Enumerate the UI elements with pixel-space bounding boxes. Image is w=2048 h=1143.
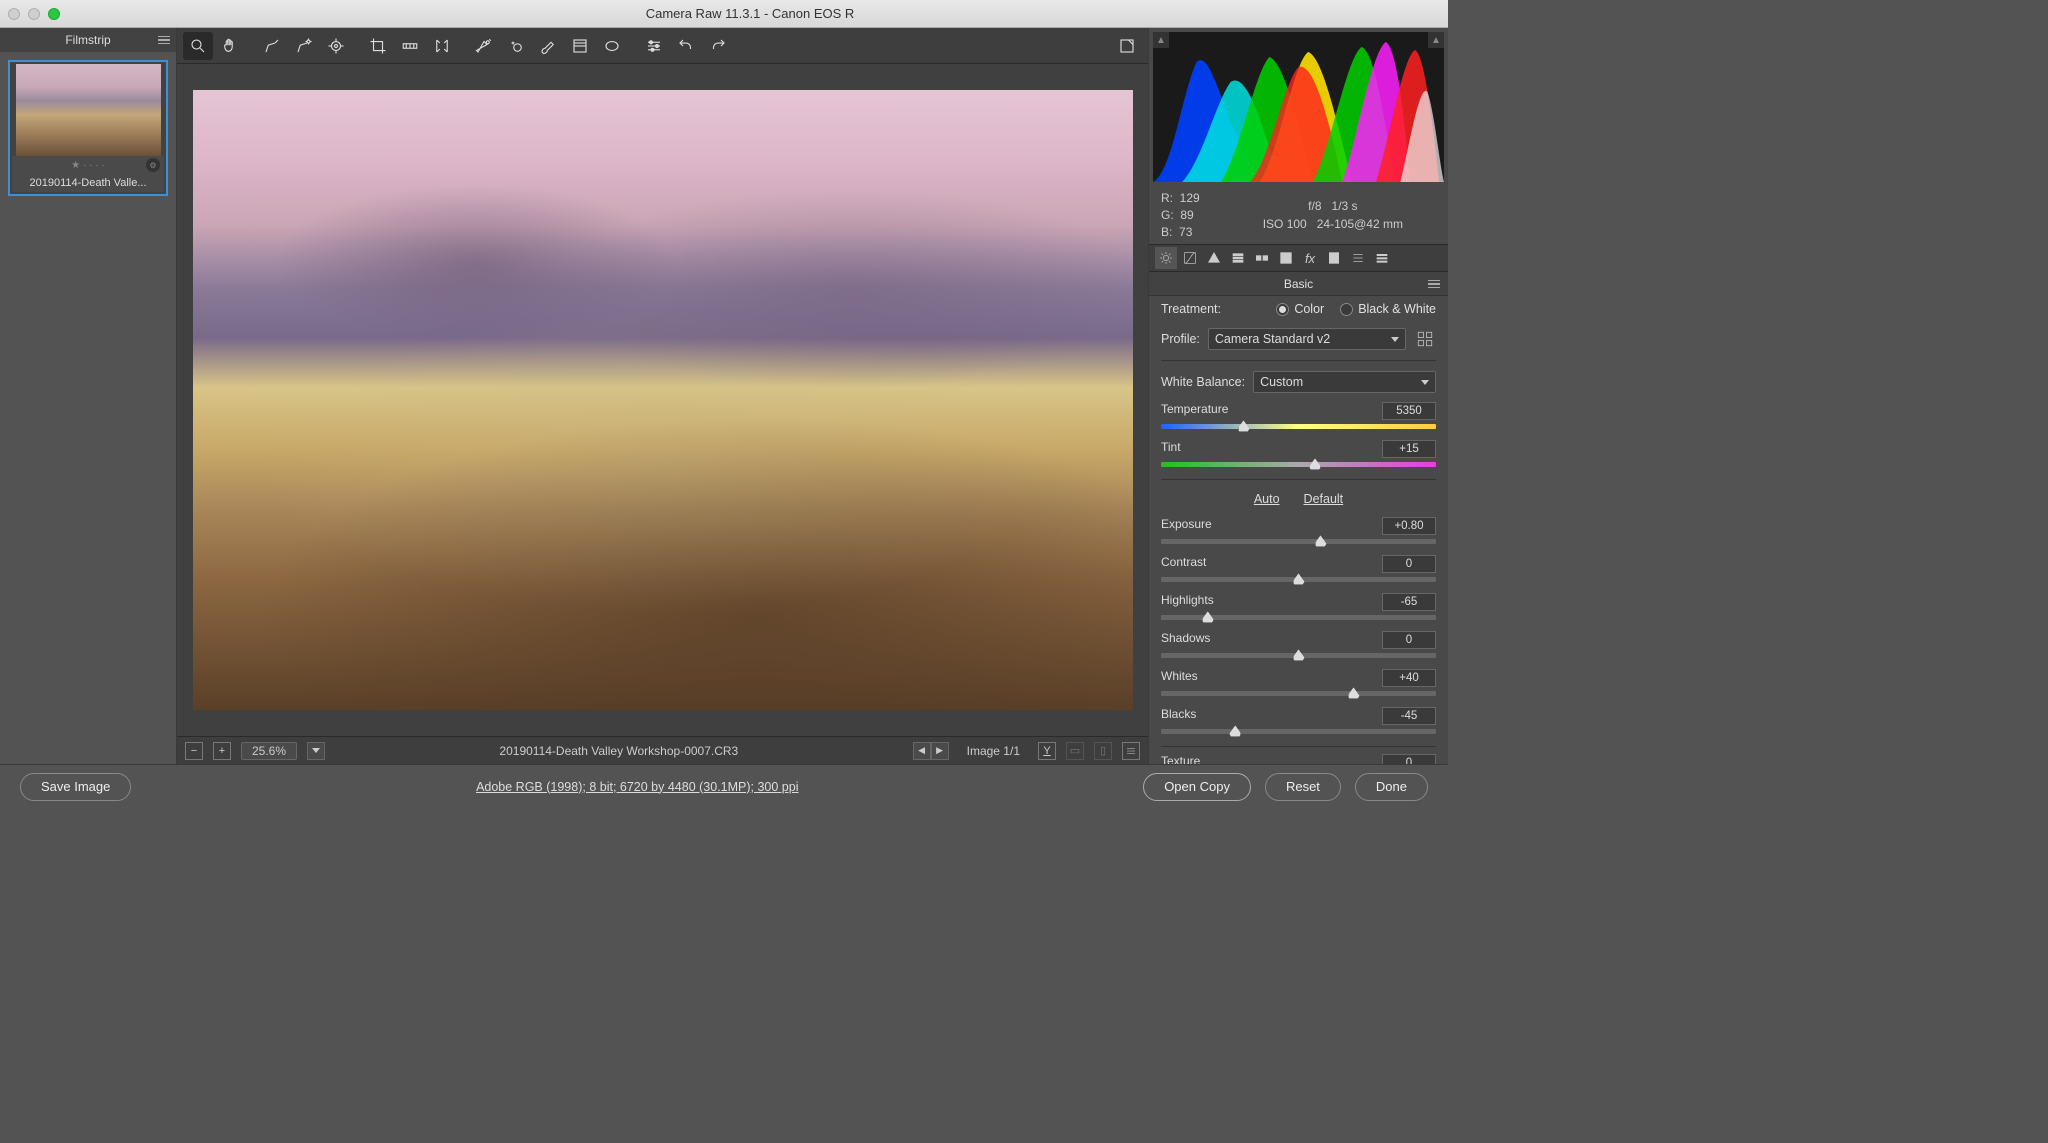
zoom-out-button[interactable]: − [185, 742, 203, 760]
open-copy-button[interactable]: Open Copy [1143, 773, 1251, 801]
tab-fx[interactable]: fx [1299, 247, 1321, 269]
rgb-readout: R: 129 G: 89 B: 73 [1161, 190, 1200, 240]
filmstrip-thumbnail[interactable]: ★ · · · · ⚙ 20190114-Death Valle... [8, 60, 168, 196]
zoom-level[interactable]: 25.6% [241, 742, 297, 760]
tab-basic[interactable] [1155, 247, 1177, 269]
minimize-window-button[interactable] [28, 8, 40, 20]
prev-image-button[interactable]: ◀ [913, 742, 931, 760]
profile-select[interactable]: Camera Standard v2 [1208, 328, 1406, 350]
white-balance-tool[interactable] [257, 32, 287, 60]
zoom-tool[interactable] [183, 32, 213, 60]
close-window-button[interactable] [8, 8, 20, 20]
tab-lens[interactable] [1275, 247, 1297, 269]
basic-panel: Basic Treatment: Color Black & White Pro… [1149, 272, 1448, 764]
whites-slider[interactable]: Whites+40 [1149, 666, 1448, 704]
basic-menu-icon[interactable] [1428, 280, 1440, 289]
wb-select[interactable]: Custom [1253, 371, 1436, 393]
zoom-dropdown[interactable] [307, 742, 325, 760]
thumbnail-label: 20190114-Death Valle... [12, 174, 164, 192]
tint-slider[interactable]: Tint+15 [1149, 437, 1448, 475]
fullscreen-tool[interactable] [1112, 32, 1142, 60]
shadows-slider[interactable]: Shadows0 [1149, 628, 1448, 666]
view-mode-2[interactable]: ▯ [1094, 742, 1112, 760]
image-pager: Image 1/1 [967, 744, 1020, 758]
settings-badge-icon[interactable]: ⚙ [146, 158, 160, 172]
tab-split[interactable] [1251, 247, 1273, 269]
texture-slider[interactable]: Texture0 [1149, 751, 1448, 764]
histogram[interactable]: ▲ ▲ [1153, 32, 1444, 182]
wb-label: White Balance: [1161, 375, 1245, 389]
spot-removal-tool[interactable] [469, 32, 499, 60]
contrast-slider[interactable]: Contrast0 [1149, 552, 1448, 590]
thumbnail-rating[interactable]: ★ · · · · ⚙ [12, 156, 164, 174]
thumbnail-image [16, 64, 161, 156]
tab-calibration[interactable] [1323, 247, 1345, 269]
target-adjust-tool[interactable] [321, 32, 351, 60]
filmstrip-header: Filmstrip [0, 28, 176, 52]
preview-statusbar: − + 25.6% 20190114-Death Valley Workshop… [177, 736, 1148, 764]
window-title: Camera Raw 11.3.1 - Canon EOS R [60, 6, 1440, 21]
shadow-clip-warning[interactable]: ▲ [1153, 32, 1169, 48]
next-image-button[interactable]: ▶ [931, 742, 949, 760]
temperature-slider[interactable]: Temperature5350 [1149, 399, 1448, 437]
workflow-options-link[interactable]: Adobe RGB (1998); 8 bit; 6720 by 4480 (3… [476, 780, 798, 794]
hand-tool[interactable] [215, 32, 245, 60]
sliders-icon[interactable] [1122, 742, 1140, 760]
radial-filter-tool[interactable] [597, 32, 627, 60]
profile-browser-icon[interactable] [1414, 328, 1436, 350]
treatment-label: Treatment: [1161, 302, 1221, 316]
preview-image [193, 90, 1133, 710]
highlight-clip-warning[interactable]: ▲ [1428, 32, 1444, 48]
done-button[interactable]: Done [1355, 773, 1428, 801]
readout-row: R: 129 G: 89 B: 73 f/8 1/3 s ISO 100 24-… [1149, 186, 1448, 244]
titlebar: Camera Raw 11.3.1 - Canon EOS R [0, 0, 1448, 28]
status-filename: 20190114-Death Valley Workshop-0007.CR3 [335, 744, 903, 758]
exposure-slider[interactable]: Exposure+0.80 [1149, 514, 1448, 552]
zoom-in-button[interactable]: + [213, 742, 231, 760]
tab-curve[interactable] [1179, 247, 1201, 269]
profile-label: Profile: [1161, 332, 1200, 346]
basic-header: Basic [1149, 272, 1448, 296]
color-sampler-tool[interactable] [289, 32, 319, 60]
red-eye-tool[interactable] [501, 32, 531, 60]
rotate-right-tool[interactable] [703, 32, 733, 60]
adjustments-panel: ▲ ▲ R: 129 G: 89 B: 73 f/8 1/3 [1148, 28, 1448, 764]
filmstrip-menu-icon[interactable] [158, 36, 170, 45]
treatment-color-radio[interactable]: Color [1276, 302, 1324, 316]
adjustment-brush-tool[interactable] [533, 32, 563, 60]
preview-area[interactable] [177, 64, 1148, 736]
tab-detail[interactable] [1203, 247, 1225, 269]
graduated-filter-tool[interactable] [565, 32, 595, 60]
reset-button[interactable]: Reset [1265, 773, 1341, 801]
treatment-bw-radio[interactable]: Black & White [1340, 302, 1436, 316]
preferences-tool[interactable] [639, 32, 669, 60]
bottombar: Save Image Adobe RGB (1998); 8 bit; 6720… [0, 764, 1448, 808]
highlights-slider[interactable]: Highlights-65 [1149, 590, 1448, 628]
tab-presets[interactable] [1347, 247, 1369, 269]
toolbar [177, 28, 1148, 64]
crop-tool[interactable] [363, 32, 393, 60]
compare-button[interactable]: Y [1038, 742, 1056, 760]
view-mode-1[interactable]: ▭ [1066, 742, 1084, 760]
rotate-left-tool[interactable] [671, 32, 701, 60]
panel-tabs: fx [1149, 244, 1448, 272]
straighten-tool[interactable] [395, 32, 425, 60]
exif-readout: f/8 1/3 s ISO 100 24-105@42 mm [1230, 197, 1436, 233]
auto-button[interactable]: Auto [1254, 492, 1280, 506]
filmstrip-title: Filmstrip [65, 33, 110, 47]
window-controls [8, 8, 60, 20]
transform-tool[interactable] [427, 32, 457, 60]
filmstrip-panel: Filmstrip ★ · · · · ⚙ 20190114-Death Val… [0, 28, 177, 764]
blacks-slider[interactable]: Blacks-45 [1149, 704, 1448, 742]
tab-snapshots[interactable] [1371, 247, 1393, 269]
save-image-button[interactable]: Save Image [20, 773, 131, 801]
tab-hsl[interactable] [1227, 247, 1249, 269]
default-button[interactable]: Default [1304, 492, 1344, 506]
maximize-window-button[interactable] [48, 8, 60, 20]
